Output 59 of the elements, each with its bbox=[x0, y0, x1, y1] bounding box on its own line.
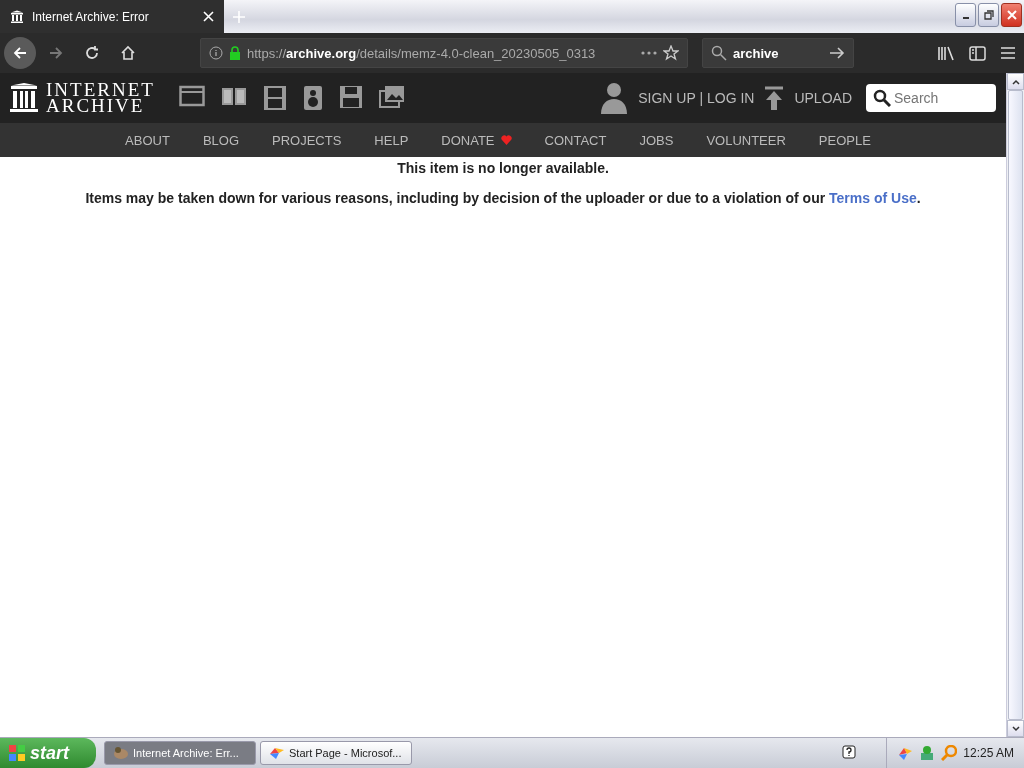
restore-icon[interactable] bbox=[983, 10, 994, 20]
close-icon[interactable] bbox=[203, 11, 214, 22]
user-icon[interactable] bbox=[600, 82, 629, 114]
film-icon[interactable] bbox=[262, 85, 287, 111]
help-icon[interactable] bbox=[842, 745, 857, 761]
museum-icon[interactable] bbox=[10, 83, 38, 113]
minimize-button[interactable] bbox=[955, 3, 976, 27]
nav-link[interactable]: PEOPLE bbox=[818, 132, 871, 148]
home-icon[interactable] bbox=[120, 45, 136, 61]
library-icon[interactable] bbox=[937, 45, 955, 61]
clock: 12:25 AM bbox=[963, 746, 1014, 760]
app-icon bbox=[269, 746, 285, 760]
nav-link[interactable]: VOLUNTEER bbox=[706, 132, 786, 148]
nav-link[interactable]: JOBS bbox=[639, 132, 674, 148]
arrow-icon[interactable] bbox=[829, 45, 845, 61]
error-message: Items may be taken down for various reasons, including by decision of the uploader or due to a violation of our Terms of Use. bbox=[85, 190, 921, 206]
images-icon[interactable] bbox=[378, 85, 405, 109]
taskbar-item[interactable]: Start Page - Microsof... bbox=[260, 741, 412, 765]
nav-link[interactable]: ABOUT bbox=[125, 132, 170, 148]
scroll-up-icon[interactable] bbox=[1011, 78, 1020, 85]
info-icon[interactable] bbox=[209, 46, 223, 60]
sidebar-icon[interactable] bbox=[969, 45, 986, 61]
nav-link[interactable]: PROJECTS bbox=[272, 132, 342, 148]
browser-search-field[interactable]: archive bbox=[702, 38, 854, 68]
reload-icon[interactable] bbox=[84, 45, 100, 61]
menu-icon[interactable] bbox=[1000, 46, 1016, 60]
nav-link[interactable]: BLOG bbox=[202, 132, 239, 148]
terms-of-use-link[interactable]: Terms of Use bbox=[829, 190, 917, 206]
address-bar[interactable]: https://archive.org/details/memz-4.0-clean_20230505_0313 bbox=[200, 38, 688, 68]
book-icon[interactable] bbox=[220, 85, 247, 107]
nav-link[interactable]: CONTACT bbox=[544, 132, 607, 148]
nav-link[interactable]: HELP bbox=[374, 132, 409, 148]
upload-icon[interactable] bbox=[764, 86, 785, 110]
museum-icon bbox=[10, 9, 24, 24]
tray-app-icon[interactable] bbox=[897, 745, 914, 761]
nav-link[interactable]: DONATE bbox=[441, 132, 512, 148]
upload-link[interactable]: UPLOAD bbox=[794, 90, 852, 106]
more-icon[interactable] bbox=[641, 51, 657, 55]
logo-text[interactable]: INTERNET bbox=[46, 82, 155, 98]
web-icon[interactable] bbox=[178, 85, 205, 107]
close-button[interactable] bbox=[1001, 3, 1022, 27]
back-button[interactable] bbox=[4, 37, 36, 69]
padlock-icon bbox=[229, 46, 241, 60]
windows-logo-icon bbox=[8, 744, 26, 762]
back-arrow-icon[interactable] bbox=[12, 45, 28, 61]
taskbar-item[interactable]: Internet Archive: Err... bbox=[104, 741, 256, 765]
browser-tab[interactable]: Internet Archive: Error bbox=[0, 0, 224, 33]
logo-text[interactable]: ARCHIVE bbox=[46, 98, 155, 114]
scrollbar[interactable] bbox=[1006, 73, 1024, 737]
site-search-field[interactable]: Search bbox=[866, 84, 996, 112]
error-heading: This item is no longer available. bbox=[397, 160, 609, 176]
search-icon bbox=[711, 45, 727, 61]
restore-button[interactable] bbox=[978, 3, 999, 27]
app-icon bbox=[113, 746, 129, 760]
scroll-down-icon[interactable] bbox=[1011, 725, 1020, 732]
sign-up-log-in-link[interactable]: SIGN UP | LOG IN bbox=[638, 90, 755, 106]
forward-arrow-icon[interactable] bbox=[48, 45, 64, 61]
speaker-icon[interactable] bbox=[302, 85, 323, 111]
star-icon[interactable] bbox=[663, 45, 679, 61]
